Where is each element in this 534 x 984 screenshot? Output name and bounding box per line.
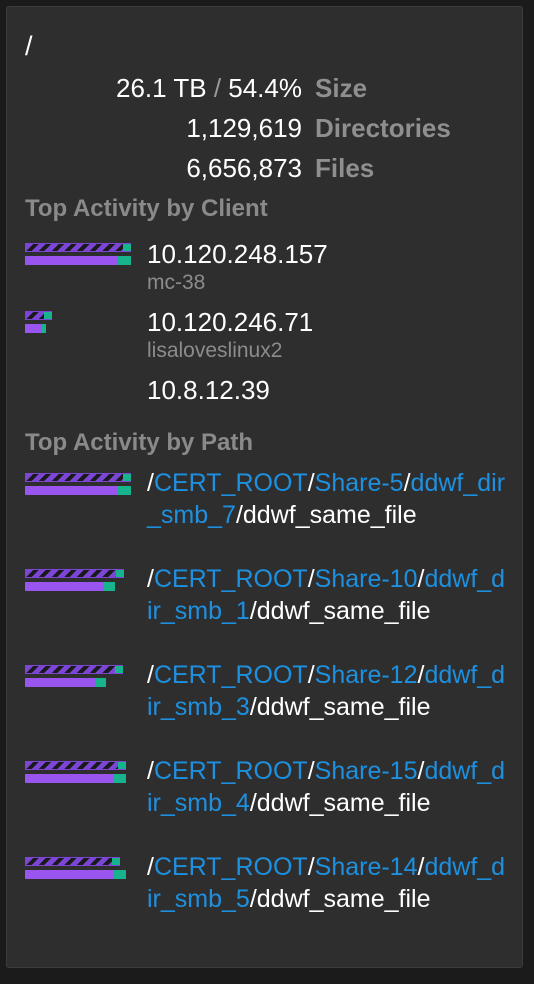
files-value: 6,656,873 [186, 153, 302, 183]
activity-bar-read-cap [123, 244, 131, 251]
activity-bar [25, 569, 135, 593]
path-slash: / [249, 693, 257, 721]
activity-bar-write [25, 678, 106, 687]
path-slash: / [147, 661, 154, 689]
client-section-title: Top Activity by Client [25, 195, 268, 222]
activity-bar [25, 761, 135, 785]
activity-bar [25, 379, 135, 403]
activity-bar-read [25, 761, 126, 770]
stat-files: 6,656,873 Files [7, 147, 522, 187]
activity-bar-write [25, 870, 126, 879]
path-slash: / [307, 661, 315, 689]
activity-bar-write-cap [104, 582, 115, 591]
activity-bar-read [25, 243, 131, 252]
activity-bar [25, 311, 135, 335]
path-root-link[interactable]: CERT_ROOT [154, 661, 308, 689]
activity-bar-read-cap [123, 474, 131, 481]
path-text: /CERT_ROOT/Share-5/ddwf_dir_smb_7/ddwf_s… [147, 467, 507, 531]
path-slash: / [249, 885, 257, 913]
root-path[interactable]: / [25, 31, 33, 62]
path-slash: / [403, 469, 411, 497]
activity-bar-write-cap [96, 678, 106, 687]
client-hostname: mc-38 [147, 271, 206, 294]
path-file-name: ddwf_same_file [242, 501, 417, 529]
path-text: /CERT_ROOT/Share-15/ddwf_dir_smb_4/ddwf_… [147, 755, 507, 819]
path-file-name: ddwf_same_file [256, 693, 431, 721]
path-file-name: ddwf_same_file [256, 885, 431, 913]
activity-bar-write-cap [114, 870, 126, 879]
size-percent: 54.4% [228, 73, 302, 103]
size-label: Size [315, 73, 368, 103]
path-slash: / [307, 469, 315, 497]
path-file-name: ddwf_same_file [256, 789, 431, 817]
path-section-title: Top Activity by Path [25, 429, 254, 456]
activity-bar [25, 665, 135, 689]
path-slash: / [147, 853, 154, 881]
size-value-group: 26.1 TB / 54.4% [116, 73, 302, 104]
path-text: /CERT_ROOT/Share-12/ddwf_dir_smb_3/ddwf_… [147, 659, 507, 723]
path-text: /CERT_ROOT/Share-10/ddwf_dir_smb_1/ddwf_… [147, 563, 507, 627]
activity-bar-write [25, 582, 115, 591]
activity-bar [25, 473, 135, 497]
activity-bar-read [25, 569, 124, 578]
path-root-link[interactable]: CERT_ROOT [154, 565, 308, 593]
path-share-link[interactable]: Share-14 [315, 853, 418, 881]
activity-bar-read [25, 857, 120, 866]
activity-bar-write [25, 256, 131, 265]
directories-value: 1,129,619 [186, 113, 302, 143]
activity-bar-read-cap [118, 762, 126, 769]
path-slash: / [147, 469, 154, 497]
path-slash: / [307, 853, 315, 881]
activity-bar-read [25, 473, 131, 482]
activity-bar [25, 857, 135, 881]
path-share-link[interactable]: Share-15 [315, 757, 418, 785]
path-root-link[interactable]: CERT_ROOT [154, 853, 308, 881]
files-label: Files [315, 153, 375, 183]
path-slash: / [249, 597, 257, 625]
size-separator: / [206, 73, 229, 103]
path-slash: / [147, 757, 154, 785]
size-value: 26.1 TB [116, 73, 207, 103]
activity-bar-write-cap [118, 486, 131, 495]
activity-bar-write [25, 774, 126, 783]
activity-bar [25, 243, 135, 267]
activity-bar-write [25, 486, 131, 495]
client-address[interactable]: 10.8.12.39 [147, 375, 270, 406]
activity-bar-read [25, 665, 123, 674]
activity-bar-write-cap [42, 324, 46, 333]
path-root-link[interactable]: CERT_ROOT [154, 757, 308, 785]
path-slash: / [307, 757, 315, 785]
activity-bar-read-cap [115, 666, 123, 673]
path-file-name: ddwf_same_file [256, 597, 431, 625]
path-slash: / [249, 789, 257, 817]
path-root-link[interactable]: CERT_ROOT [154, 469, 308, 497]
stats-block: 26.1 TB / 54.4% Size 1,129,619 Directori… [7, 67, 522, 187]
activity-bar-write-cap [118, 256, 131, 265]
stat-size: 26.1 TB / 54.4% Size [7, 67, 522, 107]
client-address[interactable]: 10.120.246.71 [147, 307, 313, 338]
directories-label: Directories [315, 113, 451, 143]
activity-bar-read-cap [44, 312, 52, 319]
client-hostname: lisaloveslinux2 [147, 339, 283, 362]
path-slash: / [235, 501, 243, 529]
path-share-link[interactable]: Share-12 [315, 661, 418, 689]
stat-directories: 1,129,619 Directories [7, 107, 522, 147]
path-slash: / [307, 565, 315, 593]
path-share-link[interactable]: Share-5 [315, 469, 404, 497]
storage-overview-panel: / 26.1 TB / 54.4% Size 1,129,619 Directo… [6, 6, 523, 968]
activity-bar-read-cap [116, 570, 124, 577]
path-slash: / [147, 565, 154, 593]
client-address[interactable]: 10.120.248.157 [147, 239, 328, 270]
path-share-link[interactable]: Share-10 [315, 565, 418, 593]
activity-bar-write-cap [114, 774, 126, 783]
path-text: /CERT_ROOT/Share-14/ddwf_dir_smb_5/ddwf_… [147, 851, 507, 915]
activity-bar-read-cap [112, 858, 120, 865]
